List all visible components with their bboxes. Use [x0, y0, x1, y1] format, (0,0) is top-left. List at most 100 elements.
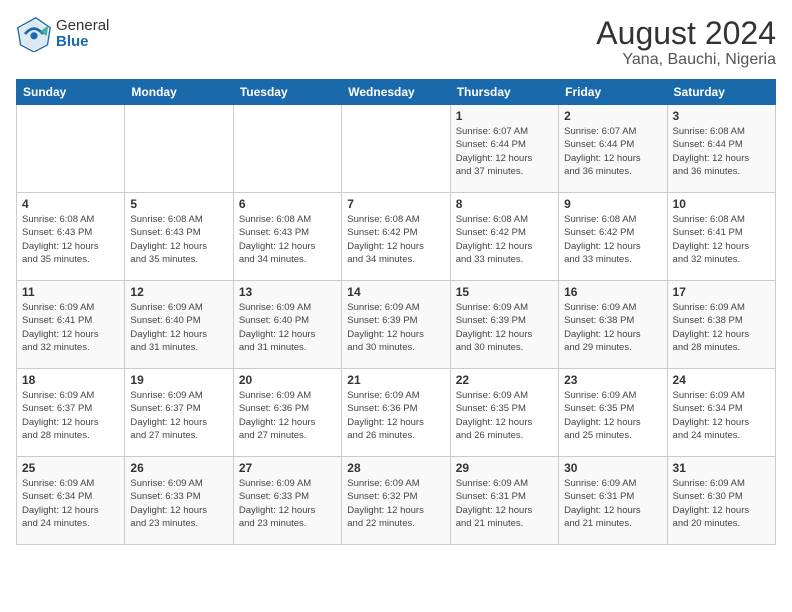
calendar-cell: 3Sunrise: 6:08 AM Sunset: 6:44 PM Daylig…	[667, 105, 775, 193]
day-info: Sunrise: 6:08 AM Sunset: 6:43 PM Dayligh…	[22, 213, 119, 266]
day-info: Sunrise: 6:09 AM Sunset: 6:34 PM Dayligh…	[22, 477, 119, 530]
calendar-cell: 10Sunrise: 6:08 AM Sunset: 6:41 PM Dayli…	[667, 193, 775, 281]
calendar-cell: 4 Sunrise: 6:08 AM Sunset: 6:43 PM Daylig…	[17, 193, 125, 281]
calendar-cell: 23 Sunrise: 6:09 AM Sunset: 6:35 PM Dayli…	[559, 369, 667, 457]
calendar-cell: 30 Sunrise: 6:09 AM Sunset: 6:31 PM Dayli…	[559, 457, 667, 545]
day-number: 8	[456, 197, 553, 211]
day-info: Sunrise: 6:08 AM Sunset: 6:42 PM Dayligh…	[564, 213, 661, 266]
day-info: Sunrise: 6:09 AM Sunset: 6:40 PM Dayligh…	[239, 301, 336, 354]
day-info: Sunrise: 6:08 AM Sunset: 6:42 PM Dayligh…	[347, 213, 444, 266]
calendar-table: Sunday Monday Tuesday Wednesday Thursday…	[16, 79, 776, 545]
day-number: 6	[239, 197, 336, 211]
day-number: 23	[564, 373, 661, 387]
calendar-cell: 17Sunrise: 6:09 AM Sunset: 6:38 PM Dayli…	[667, 281, 775, 369]
calendar-cell: 18 Sunrise: 6:09 AM Sunset: 6:37 PM Dayli…	[17, 369, 125, 457]
col-sunday: Sunday	[17, 80, 125, 105]
col-thursday: Thursday	[450, 80, 558, 105]
calendar-cell: 13 Sunrise: 6:09 AM Sunset: 6:40 PM Dayli…	[233, 281, 341, 369]
day-number: 16	[564, 285, 661, 299]
main-title: August 2024	[596, 16, 776, 51]
day-number: 13	[239, 285, 336, 299]
day-number: 11	[22, 285, 119, 299]
logo-icon	[16, 16, 52, 52]
day-info: Sunrise: 6:09 AM Sunset: 6:33 PM Dayligh…	[130, 477, 227, 530]
day-number: 25	[22, 461, 119, 475]
day-number: 18	[22, 373, 119, 387]
subtitle: Yana, Bauchi, Nigeria	[596, 51, 776, 69]
calendar-week-3: 11Sunrise: 6:09 AM Sunset: 6:41 PM Dayli…	[17, 281, 776, 369]
day-number: 30	[564, 461, 661, 475]
calendar-cell	[342, 105, 450, 193]
col-tuesday: Tuesday	[233, 80, 341, 105]
day-number: 22	[456, 373, 553, 387]
calendar-cell: 29 Sunrise: 6:09 AM Sunset: 6:31 PM Dayli…	[450, 457, 558, 545]
day-info: Sunrise: 6:09 AM Sunset: 6:36 PM Dayligh…	[239, 389, 336, 442]
calendar-week-1: 1Sunrise: 6:07 AM Sunset: 6:44 PM Daylig…	[17, 105, 776, 193]
page-container: General Blue August 2024 Yana, Bauchi, N…	[0, 0, 792, 612]
calendar-cell: 6Sunrise: 6:08 AM Sunset: 6:43 PM Daylig…	[233, 193, 341, 281]
day-number: 14	[347, 285, 444, 299]
day-number: 4	[22, 197, 119, 211]
day-number: 10	[673, 197, 770, 211]
calendar-week-5: 25 Sunrise: 6:09 AM Sunset: 6:34 PM Dayli…	[17, 457, 776, 545]
calendar-cell: 14 Sunrise: 6:09 AM Sunset: 6:39 PM Dayli…	[342, 281, 450, 369]
calendar-cell: 28Sunrise: 6:09 AM Sunset: 6:32 PM Dayli…	[342, 457, 450, 545]
day-info: Sunrise: 6:09 AM Sunset: 6:35 PM Dayligh…	[456, 389, 553, 442]
day-number: 20	[239, 373, 336, 387]
day-number: 24	[673, 373, 770, 387]
calendar-cell: 16 Sunrise: 6:09 AM Sunset: 6:38 PM Dayli…	[559, 281, 667, 369]
calendar-cell: 15 Sunrise: 6:09 AM Sunset: 6:39 PM Dayli…	[450, 281, 558, 369]
day-number: 29	[456, 461, 553, 475]
day-number: 5	[130, 197, 227, 211]
calendar-cell: 31Sunrise: 6:09 AM Sunset: 6:30 PM Dayli…	[667, 457, 775, 545]
day-info: Sunrise: 6:07 AM Sunset: 6:44 PM Dayligh…	[564, 125, 661, 178]
day-info: Sunrise: 6:09 AM Sunset: 6:30 PM Dayligh…	[673, 477, 770, 530]
calendar-cell: 9 Sunrise: 6:08 AM Sunset: 6:42 PM Daylig…	[559, 193, 667, 281]
calendar-header-row: Sunday Monday Tuesday Wednesday Thursday…	[17, 80, 776, 105]
calendar-cell: 25 Sunrise: 6:09 AM Sunset: 6:34 PM Dayli…	[17, 457, 125, 545]
day-info: Sunrise: 6:09 AM Sunset: 6:37 PM Dayligh…	[130, 389, 227, 442]
calendar-cell	[17, 105, 125, 193]
day-number: 17	[673, 285, 770, 299]
day-info: Sunrise: 6:08 AM Sunset: 6:42 PM Dayligh…	[456, 213, 553, 266]
calendar-cell: 27 Sunrise: 6:09 AM Sunset: 6:33 PM Dayli…	[233, 457, 341, 545]
day-number: 12	[130, 285, 227, 299]
col-saturday: Saturday	[667, 80, 775, 105]
day-info: Sunrise: 6:09 AM Sunset: 6:35 PM Dayligh…	[564, 389, 661, 442]
day-info: Sunrise: 6:09 AM Sunset: 6:38 PM Dayligh…	[564, 301, 661, 354]
calendar-cell	[233, 105, 341, 193]
calendar-cell: 7Sunrise: 6:08 AM Sunset: 6:42 PM Daylig…	[342, 193, 450, 281]
calendar-cell: 5 Sunrise: 6:08 AM Sunset: 6:43 PM Daylig…	[125, 193, 233, 281]
calendar-cell: 11Sunrise: 6:09 AM Sunset: 6:41 PM Dayli…	[17, 281, 125, 369]
day-number: 9	[564, 197, 661, 211]
day-info: Sunrise: 6:09 AM Sunset: 6:39 PM Dayligh…	[456, 301, 553, 354]
calendar-cell: 19 Sunrise: 6:09 AM Sunset: 6:37 PM Dayli…	[125, 369, 233, 457]
calendar-week-2: 4 Sunrise: 6:08 AM Sunset: 6:43 PM Daylig…	[17, 193, 776, 281]
col-wednesday: Wednesday	[342, 80, 450, 105]
calendar-week-4: 18 Sunrise: 6:09 AM Sunset: 6:37 PM Dayli…	[17, 369, 776, 457]
day-number: 2	[564, 109, 661, 123]
calendar-cell: 24 Sunrise: 6:09 AM Sunset: 6:34 PM Dayli…	[667, 369, 775, 457]
day-info: Sunrise: 6:09 AM Sunset: 6:36 PM Dayligh…	[347, 389, 444, 442]
col-monday: Monday	[125, 80, 233, 105]
day-number: 21	[347, 373, 444, 387]
day-info: Sunrise: 6:09 AM Sunset: 6:32 PM Dayligh…	[347, 477, 444, 530]
day-info: Sunrise: 6:09 AM Sunset: 6:37 PM Dayligh…	[22, 389, 119, 442]
day-info: Sunrise: 6:09 AM Sunset: 6:33 PM Dayligh…	[239, 477, 336, 530]
day-info: Sunrise: 6:08 AM Sunset: 6:43 PM Dayligh…	[130, 213, 227, 266]
calendar-cell: 8 Sunrise: 6:08 AM Sunset: 6:42 PM Daylig…	[450, 193, 558, 281]
day-info: Sunrise: 6:08 AM Sunset: 6:44 PM Dayligh…	[673, 125, 770, 178]
day-number: 15	[456, 285, 553, 299]
day-info: Sunrise: 6:09 AM Sunset: 6:39 PM Dayligh…	[347, 301, 444, 354]
calendar-cell: 2 Sunrise: 6:07 AM Sunset: 6:44 PM Daylig…	[559, 105, 667, 193]
day-info: Sunrise: 6:09 AM Sunset: 6:31 PM Dayligh…	[456, 477, 553, 530]
calendar-cell	[125, 105, 233, 193]
day-number: 27	[239, 461, 336, 475]
calendar-cell: 21 Sunrise: 6:09 AM Sunset: 6:36 PM Dayli…	[342, 369, 450, 457]
day-info: Sunrise: 6:09 AM Sunset: 6:31 PM Dayligh…	[564, 477, 661, 530]
calendar-cell: 1Sunrise: 6:07 AM Sunset: 6:44 PM Daylig…	[450, 105, 558, 193]
day-info: Sunrise: 6:09 AM Sunset: 6:34 PM Dayligh…	[673, 389, 770, 442]
calendar-cell: 12Sunrise: 6:09 AM Sunset: 6:40 PM Dayli…	[125, 281, 233, 369]
logo-text-general: General	[56, 18, 109, 35]
day-number: 19	[130, 373, 227, 387]
